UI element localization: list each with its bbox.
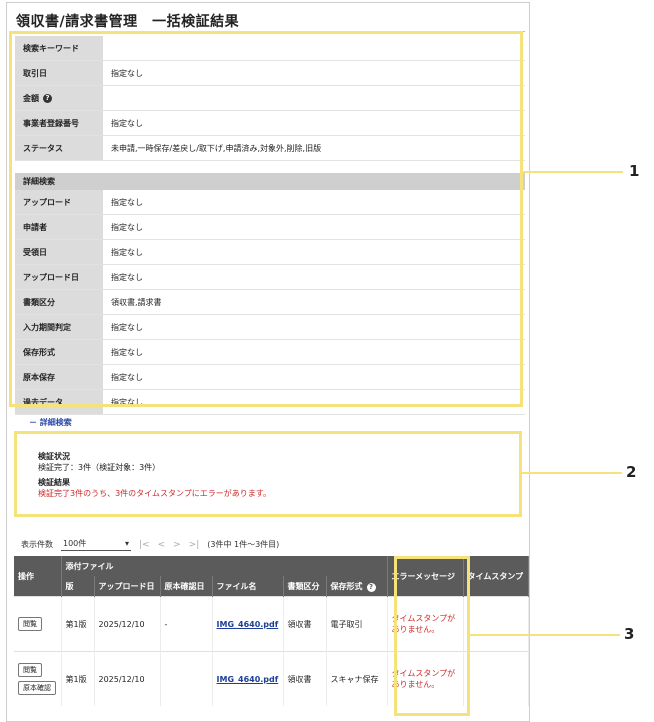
doc-type-cell: 領収書: [283, 651, 327, 706]
action-cell: 閲覧: [14, 596, 62, 652]
version-cell: 第1版: [61, 596, 95, 652]
header-action: 操作: [14, 556, 62, 597]
highlight-box-3: [394, 556, 470, 716]
detail-search-toggle[interactable]: － 詳細検索: [29, 417, 72, 428]
per-page-value: 100件: [63, 539, 87, 548]
file-name-cell: IMG_4640.pdf: [212, 651, 284, 706]
last-page-button[interactable]: >|: [189, 540, 200, 550]
header-version: 版: [61, 576, 95, 597]
highlight-box-2: [14, 431, 522, 517]
per-page-select[interactable]: 100件 ▾: [61, 538, 131, 551]
header-attachment-group: 添付ファイル: [61, 556, 388, 576]
pagination-summary: (3件中 1件〜3件目): [207, 540, 280, 549]
first-page-button[interactable]: |<: [139, 540, 150, 550]
callout-line-1: [523, 171, 623, 173]
original-date-cell: -: [160, 596, 213, 652]
header-original-date: 原本確認日: [160, 576, 213, 597]
callout-line-2: [522, 472, 622, 474]
pagination-bar: 表示件数 100件 ▾ |< < > >| (3件中 1件〜3件目): [21, 538, 279, 551]
callout-number-1: 1: [629, 162, 640, 180]
upload-date-cell: 2025/12/10: [94, 596, 161, 652]
doc-type-cell: 領収書: [283, 596, 327, 652]
file-link[interactable]: IMG_4640.pdf: [217, 675, 279, 684]
version-cell: 第1版: [61, 651, 95, 706]
highlight-box-1: [9, 31, 523, 407]
header-file-name: ファイル名: [212, 576, 284, 597]
header-timestamp: タイムスタンプ: [463, 556, 529, 597]
timestamp-cell: [463, 596, 529, 652]
storage-cell: 電子取引: [326, 596, 388, 652]
view-button[interactable]: 閲覧: [18, 617, 42, 631]
help-icon[interactable]: ?: [366, 582, 376, 592]
callout-number-2: 2: [626, 463, 637, 481]
next-page-button[interactable]: >: [173, 540, 181, 550]
action-cell: 閲覧 原本確認: [14, 651, 62, 706]
header-storage-label: 保存形式: [330, 581, 363, 591]
per-page-label: 表示件数: [21, 540, 53, 549]
prev-page-button[interactable]: <: [158, 540, 166, 550]
upload-date-cell: 2025/12/10: [94, 651, 161, 706]
original-confirm-button[interactable]: 原本確認: [18, 681, 56, 695]
page-title: 領収書/請求書管理 一括検証結果: [16, 14, 240, 30]
file-name-cell: IMG_4640.pdf: [212, 596, 284, 652]
storage-cell: スキャナ保存: [326, 651, 388, 706]
view-button[interactable]: 閲覧: [18, 663, 42, 677]
header-doc-type: 書類区分: [283, 576, 327, 597]
file-link[interactable]: IMG_4640.pdf: [217, 620, 279, 629]
header-upload-date: アップロード日: [94, 576, 161, 597]
original-date-cell: [160, 651, 213, 706]
timestamp-cell: [463, 651, 529, 706]
chevron-down-icon: ▾: [124, 539, 129, 548]
callout-line-3: [470, 634, 620, 636]
header-storage: 保存形式?: [326, 576, 388, 597]
callout-number-3: 3: [624, 625, 635, 643]
